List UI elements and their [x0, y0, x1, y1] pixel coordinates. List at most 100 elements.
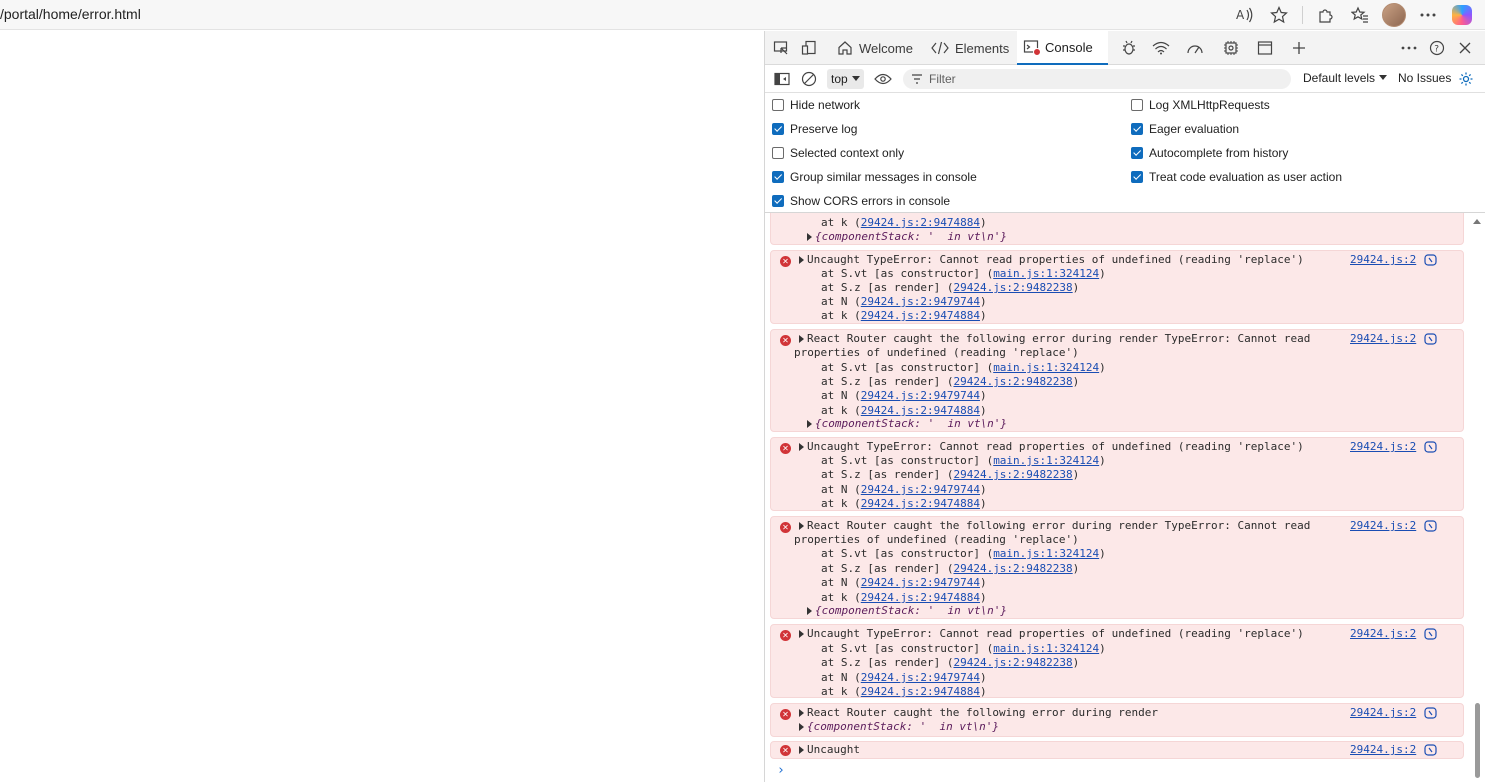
log-levels-dropdown[interactable]: Default levels — [1303, 71, 1388, 85]
address-bar-actions: A — [1230, 2, 1477, 28]
devtools-tabbar: Welcome Elements Console ? — [765, 31, 1485, 65]
application-panel-icon[interactable] — [1251, 31, 1279, 65]
error-head[interactable]: Uncaught TypeError: Cannot read properti… — [799, 440, 1304, 453]
tab-console[interactable]: Console — [1017, 31, 1108, 65]
live-expression-eye-icon[interactable] — [872, 68, 894, 90]
context-selector[interactable]: top — [827, 69, 864, 89]
svg-text:?: ? — [1434, 45, 1439, 55]
copilot-explain-icon[interactable] — [1424, 254, 1438, 266]
opt-preserve-log[interactable]: Preserve log — [772, 122, 857, 136]
copilot-explain-icon[interactable] — [1424, 520, 1438, 532]
opt-show-cors-errors[interactable]: Show CORS errors in console — [772, 194, 950, 208]
favorite-star-icon[interactable] — [1264, 2, 1294, 28]
checkbox-preserve-log[interactable] — [772, 123, 784, 135]
performance-gauge-icon[interactable] — [1181, 31, 1209, 65]
source-link[interactable]: 29424.js:2 — [1350, 440, 1416, 453]
stack-frame: at S.z [as render] (29424.js:2:9482238) — [821, 656, 1080, 669]
checkbox-log-xmlhttprequests[interactable] — [1131, 99, 1143, 111]
stack-frame: at S.z [as render] (29424.js:2:9482238) — [821, 375, 1080, 388]
checkbox-group-similar[interactable] — [772, 171, 784, 183]
device-emulation-icon[interactable] — [795, 31, 823, 65]
component-stack[interactable]: {componentStack: ' in vt\n'} — [807, 604, 1007, 617]
more-options-icon[interactable] — [1413, 2, 1443, 28]
source-link[interactable]: 29424.js:2 — [1350, 706, 1416, 719]
source-link[interactable]: 29424.js:2 — [1350, 332, 1416, 345]
copilot-icon[interactable] — [1447, 2, 1477, 28]
component-stack[interactable]: {componentStack: ' in vt\n'} — [807, 230, 1007, 243]
console-output[interactable]: at k (29424.js:2:9474884) {componentStac… — [765, 213, 1485, 782]
issues-counter[interactable]: No Issues — [1398, 71, 1451, 85]
console-prompt[interactable]: › — [777, 763, 785, 778]
devtools-more-icon[interactable] — [1395, 31, 1423, 65]
source-link[interactable]: 29424.js:2 — [1350, 743, 1416, 756]
copilot-explain-icon[interactable] — [1424, 441, 1438, 453]
source-link[interactable]: 29424.js:2 — [1350, 627, 1416, 640]
extensions-icon[interactable] — [1311, 2, 1341, 28]
code-icon — [931, 41, 949, 55]
clear-console-icon[interactable] — [798, 68, 820, 90]
component-stack[interactable]: {componentStack: ' in vt\n'} — [807, 417, 1007, 430]
opt-treat-code-evaluation[interactable]: Treat code evaluation as user action — [1131, 170, 1342, 184]
copilot-explain-icon[interactable] — [1424, 707, 1438, 719]
tab-welcome[interactable]: Welcome — [831, 31, 919, 65]
console-settings-gear-icon[interactable] — [1455, 68, 1477, 90]
checkbox-show-cors-errors[interactable] — [772, 195, 784, 207]
stack-frame: at S.z [as render] (29424.js:2:9482238) — [821, 281, 1080, 294]
opt-selected-context-only[interactable]: Selected context only — [772, 146, 904, 160]
checkbox-selected-context-only[interactable] — [772, 147, 784, 159]
sidebar-toggle-icon[interactable] — [771, 68, 793, 90]
add-tool-plus-icon[interactable] — [1285, 31, 1313, 65]
memory-chip-icon[interactable] — [1217, 31, 1245, 65]
scroll-up-icon[interactable] — [1472, 217, 1482, 225]
console-message-error: ✕ React Router caught the following erro… — [770, 329, 1464, 432]
error-head[interactable]: Uncaught — [799, 743, 860, 756]
stack-frame: at k (29424.js:2:9474884) — [821, 591, 987, 604]
error-icon: ✕ — [780, 443, 791, 454]
error-head[interactable]: Uncaught TypeError: Cannot read properti… — [799, 253, 1304, 266]
address-bar: /portal/home/error.html A — [0, 0, 1485, 30]
opt-autocomplete-history[interactable]: Autocomplete from history — [1131, 146, 1288, 160]
source-link[interactable]: 29424.js:2 — [1350, 253, 1416, 266]
source-link[interactable]: 29424.js:2 — [1350, 519, 1416, 532]
console-message-error: ✕ Uncaught TypeError: Cannot read proper… — [770, 250, 1464, 324]
stack-frame: at N (29424.js:2:9479744) — [821, 671, 987, 684]
read-aloud-icon[interactable]: A — [1230, 2, 1260, 28]
error-head[interactable]: React Router caught the following error … — [799, 332, 1310, 345]
opt-group-similar[interactable]: Group similar messages in console — [772, 170, 977, 184]
error-head[interactable]: React Router caught the following error … — [799, 519, 1310, 532]
checkbox-treat-code-evaluation[interactable] — [1131, 171, 1143, 183]
console-settings-panel: Hide network Preserve log Selected conte… — [765, 93, 1485, 213]
close-devtools-icon[interactable] — [1451, 31, 1479, 65]
console-scrollbar-thumb[interactable] — [1475, 703, 1480, 778]
error-head[interactable]: Uncaught TypeError: Cannot read properti… — [799, 627, 1304, 640]
tab-elements[interactable]: Elements — [925, 31, 1015, 65]
context-label: top — [831, 72, 848, 86]
error-head[interactable]: React Router caught the following error … — [799, 706, 1158, 719]
opt-eager-evaluation[interactable]: Eager evaluation — [1131, 122, 1239, 136]
page-content — [0, 31, 764, 782]
component-stack[interactable]: {componentStack: ' in vt\n'} — [799, 720, 999, 733]
help-icon[interactable]: ? — [1423, 31, 1451, 65]
checkbox-autocomplete-history[interactable] — [1131, 147, 1143, 159]
copilot-explain-icon[interactable] — [1424, 744, 1438, 756]
copilot-explain-icon[interactable] — [1424, 628, 1438, 640]
copilot-explain-icon[interactable] — [1424, 333, 1438, 345]
checkbox-hide-network[interactable] — [772, 99, 784, 111]
stack-frame: at S.vt [as constructor] (main.js:1:3241… — [821, 454, 1106, 467]
opt-label: Show CORS errors in console — [790, 194, 951, 208]
profile-avatar[interactable] — [1379, 2, 1409, 28]
stack-frame: at S.z [as render] (29424.js:2:9482238) — [821, 468, 1080, 481]
network-wifi-icon[interactable] — [1147, 31, 1175, 65]
favorites-icon[interactable] — [1345, 2, 1375, 28]
console-scrollbar[interactable] — [1470, 213, 1484, 782]
opt-log-xmlhttprequests[interactable]: Log XMLHttpRequests — [1131, 98, 1270, 112]
checkbox-eager-evaluation[interactable] — [1131, 123, 1143, 135]
console-toolbar: top Filter Default levels No Issues — [765, 65, 1485, 93]
url-text[interactable]: /portal/home/error.html — [0, 6, 141, 22]
opt-hide-network[interactable]: Hide network — [772, 98, 860, 112]
inspect-element-icon[interactable] — [767, 31, 795, 65]
filter-input[interactable]: Filter — [903, 69, 1291, 89]
bug-icon[interactable] — [1115, 31, 1143, 65]
stack-frame: at S.vt [as constructor] (main.js:1:3241… — [821, 547, 1106, 560]
frame-link[interactable]: 29424.js:2:9474884 — [861, 216, 980, 229]
